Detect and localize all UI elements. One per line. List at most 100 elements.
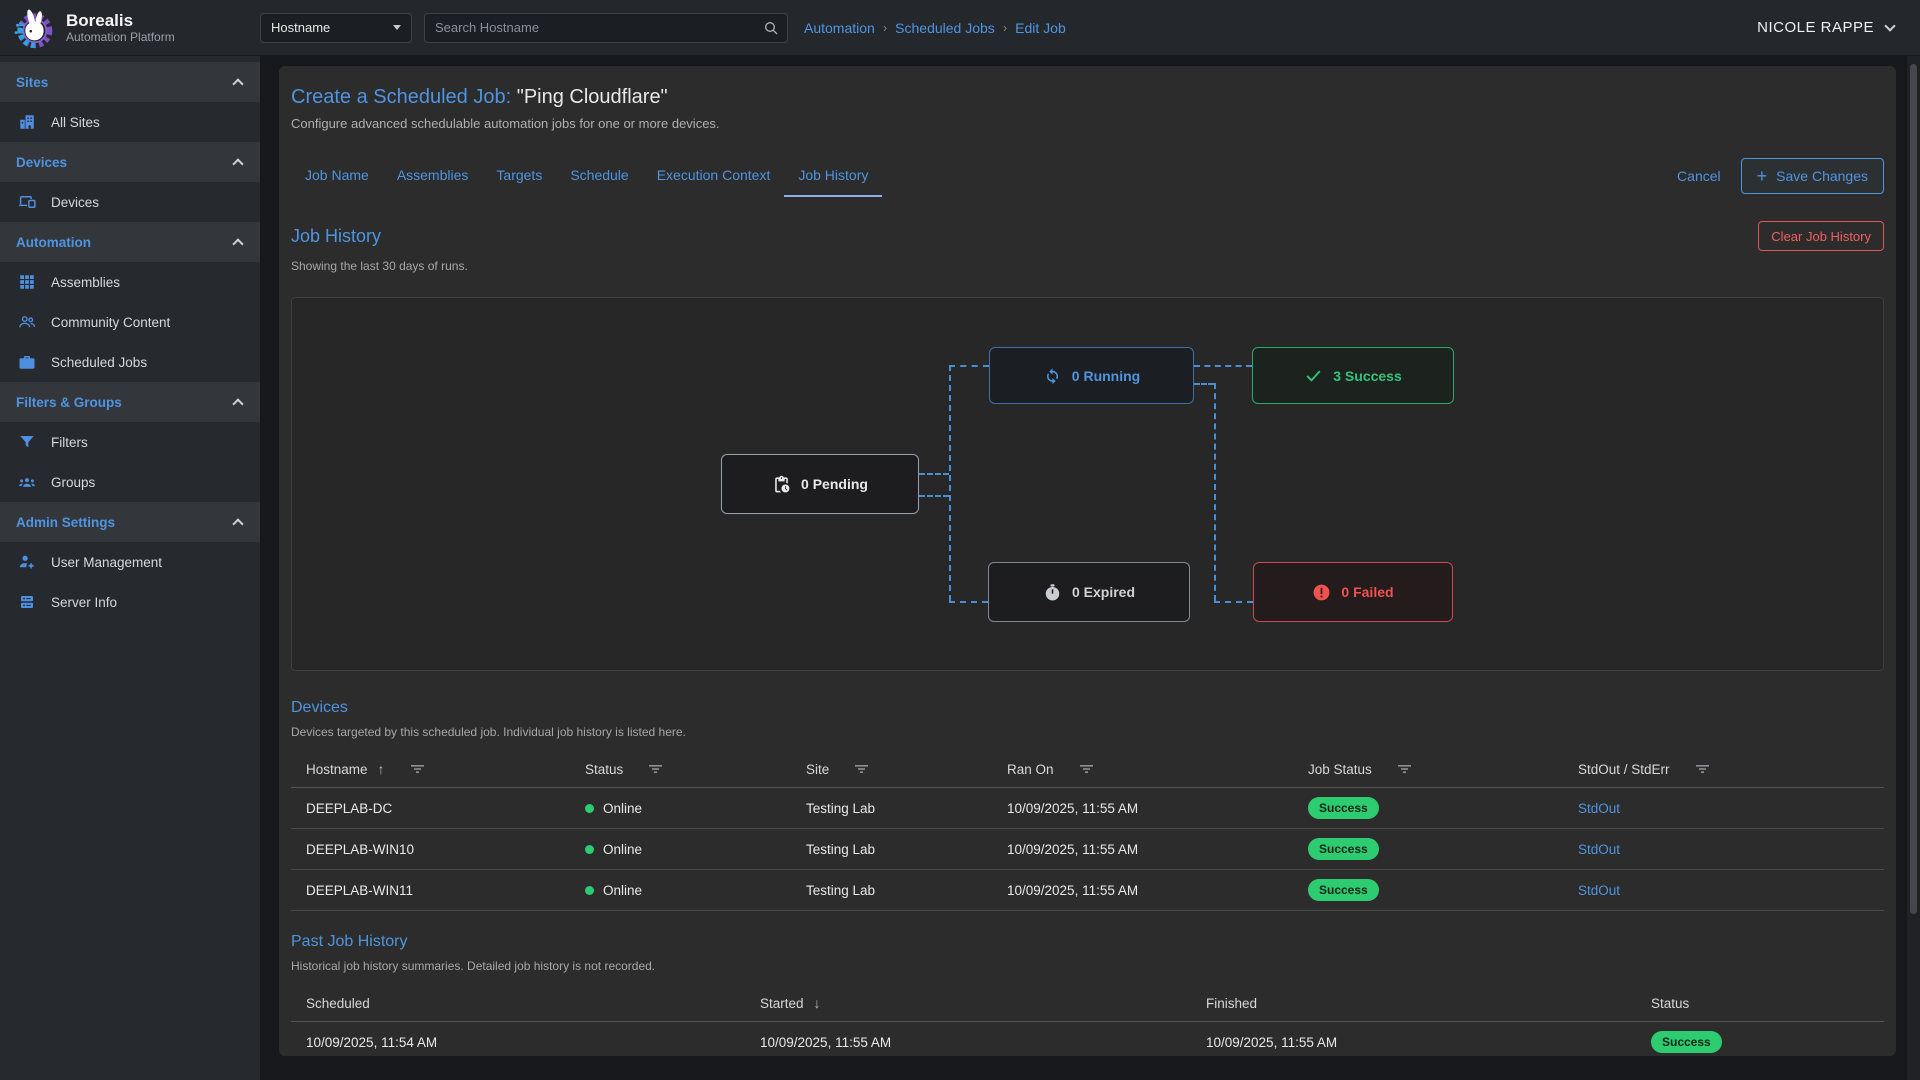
status-badge: Success: [1308, 797, 1379, 819]
tab-assemblies[interactable]: Assemblies: [383, 155, 483, 197]
filter-icon[interactable]: [1080, 762, 1093, 777]
online-dot-icon: [585, 845, 594, 854]
user-menu[interactable]: NICOLE RAPPE: [1757, 19, 1920, 36]
table-row[interactable]: DEEPLAB-DC Online Testing Lab 10/09/2025…: [291, 788, 1884, 829]
tab-job-name[interactable]: Job Name: [291, 155, 383, 197]
filter-icon[interactable]: [1398, 762, 1411, 777]
hostname-select[interactable]: Hostname: [260, 13, 412, 43]
connector-line: [919, 473, 949, 475]
flow-node-label: 3 Success: [1333, 368, 1402, 384]
search-input[interactable]: [435, 20, 763, 35]
stdout-link[interactable]: StdOut: [1578, 883, 1620, 898]
clear-job-history-button[interactable]: Clear Job History: [1758, 221, 1884, 251]
col-started[interactable]: Started: [760, 996, 804, 1011]
past-job-history-table: Scheduled Started ↓ Finished Status 10/09…: [291, 985, 1884, 1056]
page-title-prefix: Create a Scheduled Job:: [291, 86, 511, 108]
sidebar-item-groups[interactable]: Groups: [0, 462, 260, 502]
flow-node-pending[interactable]: 0 Pending: [721, 454, 919, 514]
breadcrumb-scheduled-jobs[interactable]: Scheduled Jobs: [895, 20, 995, 36]
past-job-history-heading: Past Job History: [291, 933, 407, 951]
breadcrumb: Automation › Scheduled Jobs › Edit Job: [804, 20, 1066, 36]
cell-site: Testing Lab: [791, 829, 992, 870]
stopwatch-icon: [1043, 583, 1062, 602]
devices-table-header-row: Hostname↑ Status Site Ran On Job Status …: [291, 751, 1884, 788]
cell-hostname: DEEPLAB-DC: [291, 788, 570, 829]
table-row[interactable]: DEEPLAB-WIN11 Online Testing Lab 10/09/2…: [291, 870, 1884, 911]
online-dot-icon: [585, 886, 594, 895]
sidebar: Sites All Sites Devices Devices Automati…: [0, 56, 260, 1080]
sidebar-item-label: Assemblies: [51, 275, 120, 290]
tab-execution-context[interactable]: Execution Context: [643, 155, 785, 197]
save-changes-button[interactable]: + Save Changes: [1741, 158, 1884, 194]
stdout-link[interactable]: StdOut: [1578, 801, 1620, 816]
sidebar-section-sites[interactable]: Sites: [0, 62, 260, 102]
table-row[interactable]: DEEPLAB-WIN10 Online Testing Lab 10/09/2…: [291, 829, 1884, 870]
vertical-scrollbar[interactable]: [1907, 56, 1920, 1080]
col-ran-on[interactable]: Ran On: [1007, 762, 1054, 777]
scrollbar-thumb[interactable]: [1910, 64, 1917, 914]
tab-targets[interactable]: Targets: [482, 155, 556, 197]
col-site[interactable]: Site: [806, 762, 829, 777]
top-bar: Borealis Automation Platform Hostname Au…: [0, 0, 1920, 56]
plus-icon: +: [1757, 168, 1768, 184]
cell-stdout: StdOut: [1563, 788, 1884, 829]
brand-subtitle: Automation Platform: [66, 30, 175, 44]
breadcrumb-automation[interactable]: Automation: [804, 20, 875, 36]
filter-icon[interactable]: [1696, 762, 1709, 777]
stdout-link[interactable]: StdOut: [1578, 842, 1620, 857]
flow-node-expired[interactable]: 0 Expired: [988, 562, 1190, 622]
sidebar-item-user-management[interactable]: User Management: [0, 542, 260, 582]
col-finished[interactable]: Finished: [1206, 996, 1257, 1011]
laptop-phone-icon: [18, 193, 36, 211]
connector-line: [1214, 601, 1253, 603]
sidebar-item-community-content[interactable]: Community Content: [0, 302, 260, 342]
funnel-icon: [18, 433, 36, 451]
cell-status: Online: [570, 870, 791, 911]
sidebar-item-filters[interactable]: Filters: [0, 422, 260, 462]
filter-icon[interactable]: [411, 762, 424, 777]
sort-desc-icon[interactable]: ↓: [814, 995, 821, 1011]
filter-icon[interactable]: [649, 762, 662, 777]
cell-status: Online: [570, 829, 791, 870]
table-row[interactable]: 10/09/2025, 11:54 AM 10/09/2025, 11:55 A…: [291, 1022, 1884, 1057]
tab-job-history[interactable]: Job History: [784, 155, 882, 197]
sidebar-section-filters-groups[interactable]: Filters & Groups: [0, 382, 260, 422]
flow-node-running[interactable]: 0 Running: [989, 347, 1194, 404]
past-history-header-row: Scheduled Started ↓ Finished Status: [291, 985, 1884, 1022]
sidebar-section-devices[interactable]: Devices: [0, 142, 260, 182]
sidebar-item-server-info[interactable]: Server Info: [0, 582, 260, 622]
filter-icon[interactable]: [855, 762, 868, 777]
sort-asc-icon[interactable]: ↑: [378, 761, 385, 777]
cancel-button[interactable]: Cancel: [1677, 168, 1721, 184]
col-hostname[interactable]: Hostname: [306, 762, 368, 777]
sidebar-section-admin-settings[interactable]: Admin Settings: [0, 502, 260, 542]
sidebar-item-label: Filters: [51, 435, 88, 450]
cell-finished: 10/09/2025, 11:55 AM: [1191, 1022, 1636, 1057]
col-stdout-stderr[interactable]: StdOut / StdErr: [1578, 762, 1670, 777]
breadcrumb-edit-job[interactable]: Edit Job: [1015, 20, 1066, 36]
cell-job-status: Success: [1293, 829, 1563, 870]
status-badge: Success: [1308, 879, 1379, 901]
connector-line: [949, 601, 988, 603]
cell-site: Testing Lab: [791, 870, 992, 911]
flow-node-label: 0 Expired: [1072, 584, 1135, 600]
sidebar-item-scheduled-jobs[interactable]: Scheduled Jobs: [0, 342, 260, 382]
tab-schedule[interactable]: Schedule: [556, 155, 642, 197]
flow-node-failed[interactable]: 0 Failed: [1253, 562, 1453, 622]
sidebar-item-devices[interactable]: Devices: [0, 182, 260, 222]
connector-line: [1194, 365, 1252, 367]
briefcase-icon: [18, 353, 36, 371]
edit-job-card: Create a Scheduled Job: "Ping Cloudflare…: [279, 66, 1896, 1056]
col-scheduled[interactable]: Scheduled: [306, 996, 370, 1011]
flow-node-success[interactable]: 3 Success: [1252, 347, 1454, 404]
col-status[interactable]: Status: [585, 762, 623, 777]
sidebar-section-automation[interactable]: Automation: [0, 222, 260, 262]
brand-name: Borealis: [66, 11, 175, 30]
sidebar-item-assemblies[interactable]: Assemblies: [0, 262, 260, 302]
page-subtitle: Configure advanced schedulable automatio…: [291, 116, 1884, 131]
col-status[interactable]: Status: [1651, 996, 1689, 1011]
col-job-status[interactable]: Job Status: [1308, 762, 1372, 777]
sidebar-item-all-sites[interactable]: All Sites: [0, 102, 260, 142]
search-box[interactable]: [424, 13, 788, 43]
chevron-down-icon: [1884, 20, 1895, 31]
